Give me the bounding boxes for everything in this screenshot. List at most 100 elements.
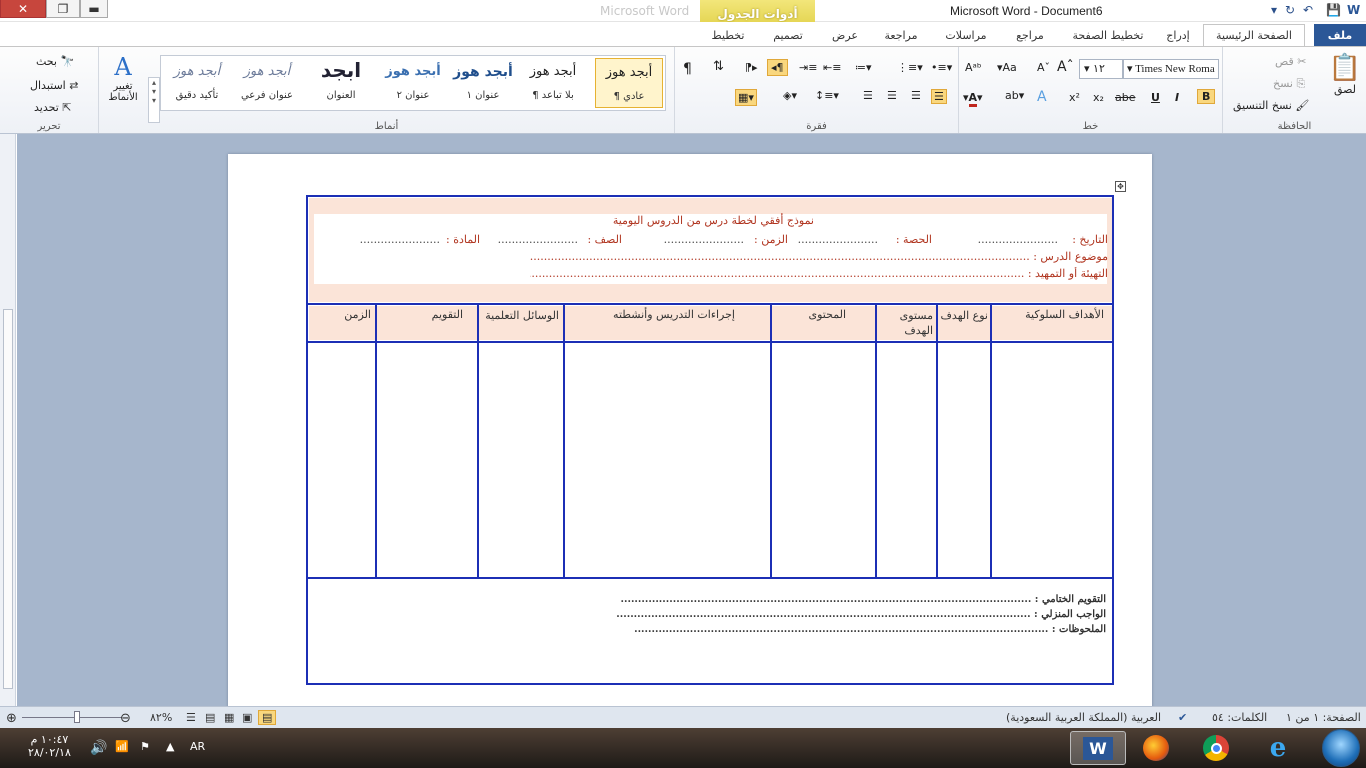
topic-line[interactable]: موضوع الدرس : ..........................…	[530, 250, 1108, 263]
ltr-direction-icon[interactable]: ⁋▸	[745, 61, 758, 74]
reading-view-icon[interactable]: ▣	[242, 711, 252, 724]
style-no-spacing[interactable]: أبجد هوز ¶ بلا تباعد	[523, 58, 583, 108]
class-label[interactable]: الصف :	[576, 233, 622, 246]
center-icon[interactable]: ☰	[911, 89, 921, 102]
col-header-teaching-aids[interactable]: الوسائل التعلمية	[479, 308, 559, 323]
underline-button[interactable]: U	[1151, 91, 1160, 104]
format-painter-button[interactable]: نسخ التنسيق 🖌	[1233, 99, 1309, 112]
shading-icon[interactable]: ◈▾	[783, 89, 797, 102]
grow-font-button[interactable]: Aˆ	[1057, 59, 1074, 75]
tab-file[interactable]: ملف	[1314, 24, 1366, 46]
shrink-font-button[interactable]: Aˇ	[1037, 61, 1050, 74]
copy-button[interactable]: نسخ ⎘	[1273, 77, 1305, 91]
tab-mailings[interactable]: مراسلات	[938, 24, 994, 46]
col-header-evaluation[interactable]: التقويم	[377, 308, 463, 321]
undo-icon[interactable]: ↶	[1303, 3, 1313, 17]
tab-table-design[interactable]: تصميم	[760, 24, 816, 46]
col-header-content[interactable]: المحتوى	[772, 308, 846, 321]
style-title[interactable]: ابجد العنوان	[311, 58, 371, 108]
date-value[interactable]: .......................	[940, 233, 1058, 246]
align-left-icon[interactable]: ☰	[887, 89, 897, 102]
vertical-scrollbar-thumb[interactable]	[3, 309, 13, 689]
taskbar-word[interactable]: W	[1070, 731, 1126, 765]
italic-button[interactable]: I	[1175, 91, 1179, 104]
style-heading-2[interactable]: أبجد هوز عنوان ٢	[383, 58, 443, 108]
highlight-button[interactable]: ab▾	[1005, 89, 1024, 102]
plan-title[interactable]: نموذج أفقي لخطة درس من الدروس اليومية	[314, 214, 814, 227]
bullets-icon[interactable]: •≡▾	[931, 61, 952, 74]
strikethrough-button[interactable]: abe	[1115, 91, 1136, 104]
text-effects-icon[interactable]: A	[1037, 89, 1047, 105]
tab-review[interactable]: مراجعة	[873, 24, 929, 46]
style-normal[interactable]: أبجد هوز ¶ عادي	[595, 58, 663, 108]
final-evaluation-line[interactable]: التقويم الختامي : ......................…	[330, 594, 1107, 605]
zoom-out-icon[interactable]: ⊖	[120, 711, 131, 726]
zoom-slider-thumb[interactable]	[74, 711, 80, 723]
word-count[interactable]: الكلمات: ٥٤	[1212, 711, 1267, 724]
increase-indent-icon[interactable]: ⇥≡	[799, 61, 817, 74]
time-label[interactable]: الزمن :	[742, 233, 788, 246]
language-indicator[interactable]: العربية (المملكة العربية السعودية)	[1006, 711, 1161, 724]
taskbar-ie[interactable]: e	[1250, 731, 1306, 765]
web-layout-icon[interactable]: ▦	[224, 711, 234, 724]
replace-button[interactable]: استبدال ⇄	[30, 79, 78, 92]
find-button[interactable]: بحث 🔭	[36, 55, 74, 68]
line-spacing-icon[interactable]: ↕≡▾	[815, 89, 839, 102]
font-name-select[interactable]: ▾ Times New Roma	[1123, 59, 1219, 79]
zoom-in-icon[interactable]: ⊕	[6, 711, 17, 726]
table-move-handle[interactable]: ✥	[1115, 181, 1126, 192]
tab-view[interactable]: عرض	[825, 24, 865, 46]
maximize-button[interactable]: ❐	[46, 0, 80, 18]
page-count[interactable]: الصفحة: ١ من ١	[1286, 711, 1361, 724]
redo-icon[interactable]: ↻	[1285, 3, 1295, 17]
customize-qat-icon[interactable]: ▾	[1271, 3, 1277, 17]
zoom-level[interactable]: ٨٢%	[150, 711, 172, 724]
col-header-time[interactable]: الزمن	[309, 308, 371, 321]
sort-icon[interactable]: ⇅	[713, 59, 724, 74]
tab-references[interactable]: مراجع	[1005, 24, 1055, 46]
change-case-button[interactable]: ▾Aa	[997, 61, 1017, 74]
font-size-select[interactable]: ▾ ١٢	[1079, 59, 1123, 79]
show-hidden-icons[interactable]: ▲	[166, 740, 174, 753]
bold-button[interactable]: B	[1197, 89, 1216, 104]
show-marks-button[interactable]: ¶	[683, 61, 692, 77]
period-label[interactable]: الحصة :	[880, 233, 932, 246]
homework-line[interactable]: الواجب المنزلي : .......................…	[330, 609, 1106, 620]
network-icon[interactable]: 📶	[115, 740, 129, 753]
tab-home[interactable]: الصفحة الرئيسية	[1203, 24, 1305, 46]
date-label[interactable]: التاريخ :	[1060, 233, 1108, 246]
clear-format-icon[interactable]: Aᵃᵇ	[965, 61, 982, 74]
close-button[interactable]: ✕	[0, 0, 46, 18]
class-value[interactable]: .......................	[478, 233, 578, 246]
outline-view-icon[interactable]: ▤	[205, 711, 215, 724]
col-header-objective-level[interactable]: مستوى الهدف	[877, 308, 933, 338]
minimize-button[interactable]: ▬	[80, 0, 108, 18]
taskbar-firefox[interactable]	[1128, 731, 1184, 765]
input-language[interactable]: AR	[190, 740, 205, 753]
print-layout-icon[interactable]: ▤	[258, 710, 277, 725]
style-subtitle[interactable]: أبجد هوز عنوان فرعي	[237, 58, 297, 108]
decrease-indent-icon[interactable]: ⇤≡	[823, 61, 841, 74]
intro-line[interactable]: التهيئة أو التمهيد : ...................…	[530, 267, 1108, 280]
save-icon[interactable]: 💾	[1326, 3, 1341, 17]
col-header-objective-type[interactable]: نوع الهدف	[938, 308, 988, 323]
style-intense-emphasis[interactable]: أبجد هوز تأكيد دقيق	[167, 58, 227, 108]
multilevel-list-icon[interactable]: ≔▾	[855, 61, 872, 74]
styles-scroll[interactable]: ▴ ▾ ▾	[148, 77, 160, 123]
subject-label[interactable]: المادة :	[438, 233, 480, 246]
subject-value[interactable]: .......................	[330, 233, 440, 246]
change-styles-button[interactable]: A تغيير الأنماط	[103, 53, 143, 103]
start-button[interactable]	[1322, 729, 1360, 767]
proofing-icon[interactable]: ✔	[1178, 711, 1187, 724]
tab-page-layout[interactable]: تخطيط الصفحة	[1062, 24, 1154, 46]
cut-button[interactable]: قص ✂	[1275, 55, 1306, 68]
borders-icon[interactable]: ▦▾	[735, 89, 757, 106]
col-header-procedures[interactable]: إجراءات التدريس وأنشطته	[565, 308, 735, 321]
style-heading-1[interactable]: أبجد هوز عنوان ١	[453, 58, 513, 108]
tab-insert[interactable]: إدراج	[1158, 24, 1198, 46]
clock[interactable]: ١٠:٤٧ م ٢٨/٠٢/١٨	[28, 733, 71, 759]
subscript-button[interactable]: x₂	[1093, 91, 1104, 104]
draft-view-icon[interactable]: ☰	[186, 711, 196, 724]
align-right-icon[interactable]: ☰	[931, 89, 947, 104]
superscript-button[interactable]: x²	[1069, 91, 1080, 104]
